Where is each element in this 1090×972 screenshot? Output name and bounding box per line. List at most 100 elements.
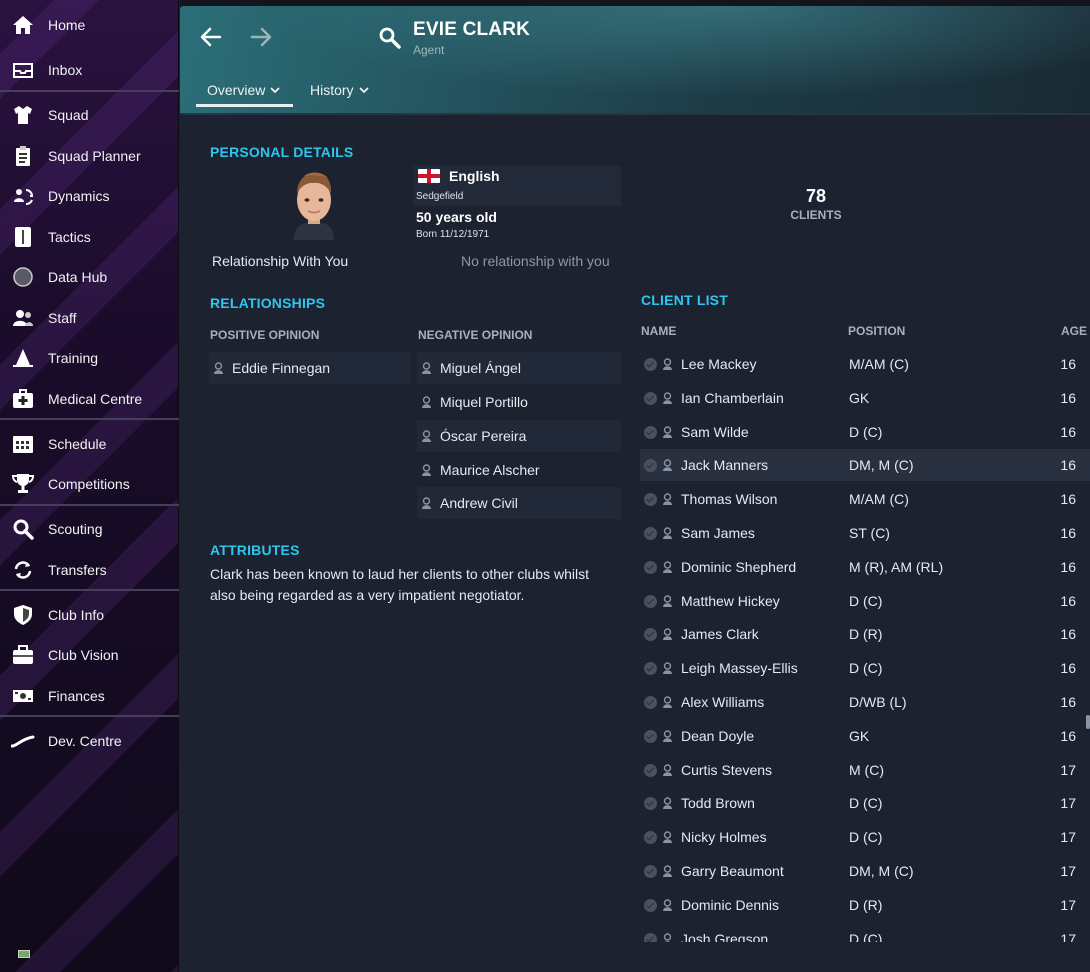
sidebar-item-schedule[interactable]: Schedule	[0, 425, 179, 463]
client-name[interactable]: Josh Gregson	[681, 931, 768, 942]
table-row[interactable]: Garry Beaumont DM, M (C) 17	[640, 855, 1090, 887]
tab-history[interactable]: History	[310, 82, 369, 98]
avatar	[288, 170, 340, 240]
column-header-name[interactable]: NAME	[641, 324, 676, 338]
check-circle-icon[interactable]	[644, 560, 657, 574]
scrollbar-thumb[interactable]	[1086, 715, 1090, 729]
table-row[interactable]: Dean Doyle GK 16	[640, 720, 1090, 752]
client-name[interactable]: Garry Beaumont	[681, 863, 784, 879]
personal-details-heading: PERSONAL DETAILS	[210, 144, 354, 160]
sidebar-item-competitions[interactable]: Competitions	[0, 465, 179, 503]
check-circle-icon[interactable]	[644, 527, 657, 540]
check-circle-icon[interactable]	[644, 391, 657, 405]
sidebar-item-squad[interactable]: Squad	[0, 96, 179, 134]
client-name[interactable]: Sam James	[681, 525, 755, 541]
sidebar-item-label: Inbox	[48, 62, 83, 78]
check-circle-icon[interactable]	[644, 459, 657, 473]
tab-overview[interactable]: Overview	[207, 82, 280, 98]
sidebar-item-dev-centre[interactable]: Dev. Centre	[0, 722, 179, 760]
negative-opinion-row[interactable]: Andrew Civil	[417, 487, 621, 519]
check-circle-icon[interactable]	[644, 729, 657, 743]
person-icon	[663, 527, 672, 539]
table-row[interactable]: Sam Wilde D (C) 16	[640, 416, 1090, 448]
client-name[interactable]: Thomas Wilson	[681, 491, 777, 507]
table-row[interactable]: Sam James ST (C) 16	[640, 517, 1090, 549]
table-row[interactable]: Alex Williams D/WB (L) 16	[640, 686, 1090, 718]
check-circle-icon[interactable]	[644, 898, 657, 912]
client-name[interactable]: Lee Mackey	[681, 356, 756, 372]
sidebar-item-scouting[interactable]: Scouting	[0, 510, 179, 548]
check-circle-icon[interactable]	[644, 763, 657, 777]
sidebar-item-squad-planner[interactable]: Squad Planner	[0, 137, 179, 175]
check-circle-icon[interactable]	[644, 628, 657, 642]
person-name: Andrew Civil	[440, 495, 518, 511]
column-header-position[interactable]: POSITION	[848, 324, 905, 338]
table-row[interactable]: James Clark D (R) 16	[640, 618, 1090, 650]
person-icon	[422, 396, 431, 408]
table-row[interactable]: Josh Gregson D (C) 17	[640, 923, 1090, 942]
table-row[interactable]: Jack Manners DM, M (C) 16	[640, 449, 1090, 482]
negative-opinion-row[interactable]: Óscar Pereira	[417, 420, 621, 452]
negative-opinion-row[interactable]: Miguel Ángel	[417, 352, 621, 384]
client-name[interactable]: Dean Doyle	[681, 728, 754, 744]
table-row[interactable]: Todd Brown D (C) 17	[640, 787, 1090, 819]
dev-centre-icon	[11, 729, 35, 753]
client-position: DM, M (C)	[849, 457, 914, 474]
client-name[interactable]: Leigh Massey-Ellis	[681, 660, 798, 676]
sidebar-item-club-vision[interactable]: Club Vision	[0, 636, 179, 674]
sidebar-item-medical-centre[interactable]: Medical Centre	[0, 380, 179, 418]
client-name[interactable]: Sam Wilde	[681, 424, 749, 440]
sidebar-item-dynamics[interactable]: Dynamics	[0, 177, 179, 215]
table-row[interactable]: Lee Mackey M/AM (C) 16	[640, 348, 1090, 380]
check-circle-icon[interactable]	[644, 594, 657, 608]
client-name[interactable]: Jack Manners	[681, 457, 768, 473]
table-row[interactable]: Matthew Hickey D (C) 16	[640, 585, 1090, 617]
table-row[interactable]: Ian Chamberlain GK 16	[640, 382, 1090, 414]
table-row[interactable]: Leigh Massey-Ellis D (C) 16	[640, 652, 1090, 684]
table-row[interactable]: Curtis Stevens M (C) 17	[640, 754, 1090, 786]
negative-opinion-row[interactable]: Maurice Alscher	[417, 454, 621, 486]
check-circle-icon[interactable]	[644, 493, 657, 507]
client-name[interactable]: Todd Brown	[681, 795, 755, 811]
client-name[interactable]: James Clark	[681, 626, 759, 642]
client-name[interactable]: Alex Williams	[681, 694, 764, 710]
table-row[interactable]: Dominic Shepherd M (R), AM (RL) 16	[640, 551, 1090, 583]
check-circle-icon[interactable]	[644, 865, 657, 878]
sidebar-divider	[0, 504, 179, 506]
client-name[interactable]: Curtis Stevens	[681, 762, 772, 778]
shirt-icon	[11, 103, 35, 127]
sidebar-item-data-hub[interactable]: Data Hub	[0, 258, 179, 296]
status-indicator-icon[interactable]	[18, 950, 30, 958]
check-circle-icon[interactable]	[644, 358, 657, 371]
search-button[interactable]	[378, 26, 402, 50]
client-name[interactable]: Dominic Dennis	[681, 897, 779, 913]
check-circle-icon[interactable]	[644, 662, 657, 676]
chevron-down-icon	[358, 86, 369, 93]
client-name[interactable]: Dominic Shepherd	[681, 559, 796, 575]
client-name[interactable]: Nicky Holmes	[681, 829, 767, 845]
table-row[interactable]: Dominic Dennis D (R) 17	[640, 889, 1090, 921]
column-header-age[interactable]: AGE	[1061, 324, 1087, 338]
client-name[interactable]: Ian Chamberlain	[681, 390, 784, 406]
sidebar-item-home[interactable]: Home	[0, 6, 179, 44]
client-name[interactable]: Matthew Hickey	[681, 593, 780, 609]
check-circle-icon[interactable]	[644, 696, 657, 709]
client-age: 16	[1060, 727, 1076, 744]
positive-opinion-row[interactable]: Eddie Finnegan	[209, 352, 411, 384]
check-circle-icon[interactable]	[644, 797, 657, 811]
back-button[interactable]	[194, 20, 228, 54]
sidebar-item-training[interactable]: Training	[0, 339, 179, 377]
sidebar-item-tactics[interactable]: Tactics	[0, 218, 179, 256]
sidebar-item-finances[interactable]: Finances	[0, 677, 179, 715]
sidebar-item-inbox[interactable]: Inbox	[0, 51, 179, 89]
sidebar-item-staff[interactable]: Staff	[0, 299, 179, 337]
check-circle-icon[interactable]	[644, 932, 657, 942]
table-row[interactable]: Thomas Wilson M/AM (C) 16	[640, 483, 1090, 515]
check-circle-icon[interactable]	[644, 425, 657, 439]
table-row[interactable]: Nicky Holmes D (C) 17	[640, 821, 1090, 853]
sidebar-item-club-info[interactable]: Club Info	[0, 596, 179, 634]
check-circle-icon[interactable]	[644, 831, 657, 845]
negative-opinion-row[interactable]: Miquel Portillo	[417, 386, 621, 418]
sidebar-item-transfers[interactable]: Transfers	[0, 551, 179, 589]
forward-button[interactable]	[244, 20, 278, 54]
